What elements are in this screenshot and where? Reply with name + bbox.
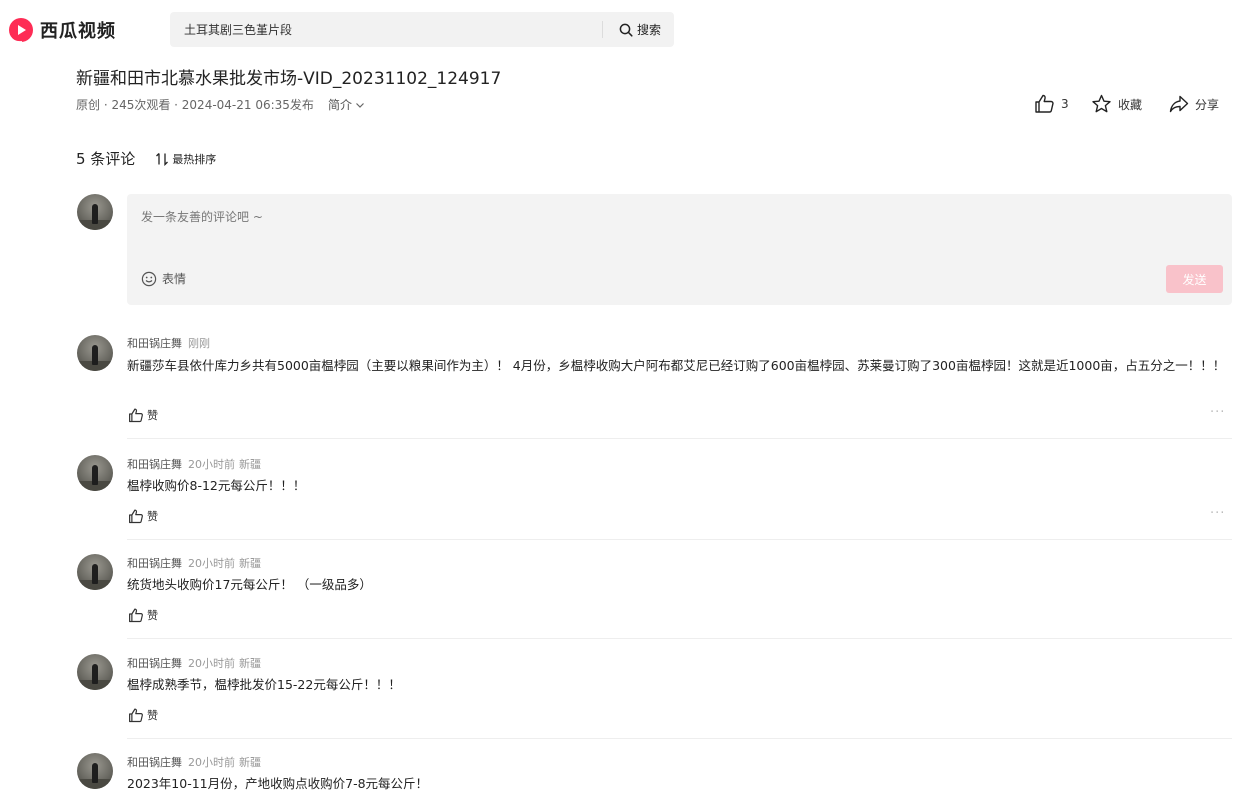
emoji-icon — [141, 271, 157, 286]
thumbs-up-icon — [1035, 94, 1054, 113]
comment-username[interactable]: 和田锅庄舞 — [127, 756, 182, 769]
comment-time: 20小时前 — [188, 756, 235, 769]
comments-header: 5 条评论 最热排序 — [76, 148, 216, 169]
chevron-down-icon — [356, 102, 364, 108]
share-icon — [1169, 95, 1189, 113]
comment-count: 5 条评论 — [76, 150, 136, 168]
comment-location: 新疆 — [239, 557, 261, 570]
comment-like-label: 赞 — [147, 510, 158, 523]
comment-like-button[interactable]: 赞 — [128, 707, 158, 723]
share-label: 分享 — [1195, 97, 1220, 112]
comment-user-line: 和田锅庄舞 20小时前 新疆 — [127, 456, 261, 472]
xigua-logo-icon — [9, 18, 33, 43]
search-button[interactable]: 搜索 — [610, 12, 670, 47]
comment-time: 20小时前 — [188, 557, 235, 570]
comment-text: 榅桲收购价8-12元每公斤！！！ — [127, 478, 306, 493]
search-bar: 搜索 — [170, 12, 674, 47]
search-icon — [619, 23, 633, 37]
comment-divider — [127, 438, 1232, 439]
comment-text: 榅桲成熟季节，榅桲批发价15-22元每公斤！！！ — [127, 677, 401, 692]
thumbs-up-icon — [129, 608, 143, 622]
comment-avatar[interactable] — [77, 554, 113, 590]
comment-avatar[interactable] — [77, 753, 113, 789]
comment-location: 新疆 — [239, 657, 261, 670]
comment-username[interactable]: 和田锅庄舞 — [127, 337, 182, 350]
send-comment-button[interactable]: 发送 — [1166, 265, 1223, 293]
comment-like-button[interactable]: 赞 — [128, 508, 158, 524]
video-title: 新疆和田市北慕水果批发市场-VID_20231102_124917 — [76, 69, 502, 89]
sort-label: 最热排序 — [172, 152, 217, 166]
comment-user-line: 和田锅庄舞 20小时前 新疆 — [127, 754, 261, 770]
share-button[interactable]: 分享 — [1169, 92, 1219, 116]
video-meta-text: 原创 · 245次观看 · 2024-04-21 06:35发布 — [76, 98, 314, 112]
comment-like-button[interactable]: 赞 — [128, 407, 158, 423]
comment-like-label: 赞 — [147, 409, 158, 422]
comment-text: 2023年10-11月份，产地收购点收购价7-8元每公斤！ — [127, 776, 429, 791]
comment-like-label: 赞 — [147, 609, 158, 622]
video-meta: 原创 · 245次观看 · 2024-04-21 06:35发布 简介 — [76, 96, 365, 113]
comment-username[interactable]: 和田锅庄舞 — [127, 657, 182, 670]
comment-user-line: 和田锅庄舞 20小时前 新疆 — [127, 555, 261, 571]
comment-user-line: 和田锅庄舞 刚刚 — [127, 335, 210, 351]
emoji-label: 表情 — [162, 272, 187, 286]
sort-toggle[interactable]: 最热排序 — [155, 151, 216, 167]
favorite-button[interactable]: 收藏 — [1091, 92, 1142, 116]
brand-logo[interactable]: 西瓜视频 — [8, 16, 116, 44]
comment-like-button[interactable]: 赞 — [128, 607, 158, 623]
emoji-button[interactable]: 表情 — [141, 270, 186, 287]
comment-divider — [127, 638, 1232, 639]
comment-username[interactable]: 和田锅庄舞 — [127, 458, 182, 471]
comment-avatar[interactable] — [77, 455, 113, 491]
current-user-avatar[interactable] — [77, 194, 113, 230]
thumbs-up-icon — [129, 408, 143, 422]
comment-more-icon[interactable]: ··· — [1210, 405, 1225, 420]
search-input[interactable] — [170, 12, 602, 47]
comment-username[interactable]: 和田锅庄舞 — [127, 557, 182, 570]
thumbs-up-icon — [129, 708, 143, 722]
favorite-label: 收藏 — [1118, 97, 1143, 112]
comment-text: 统货地头收购价17元每公斤！ （一级品多） — [127, 577, 372, 592]
comment-avatar[interactable] — [77, 654, 113, 690]
description-toggle[interactable]: 简介 — [328, 96, 365, 113]
thumbs-up-icon — [129, 509, 143, 523]
top-header: 西瓜视频 搜索 — [0, 0, 1247, 60]
comment-location: 新疆 — [239, 458, 261, 471]
comment-time: 20小时前 — [188, 458, 235, 471]
comment-divider — [127, 539, 1232, 540]
like-video-button[interactable]: 3 — [1034, 92, 1069, 116]
comment-time: 20小时前 — [188, 657, 235, 670]
comment-user-line: 和田锅庄舞 20小时前 新疆 — [127, 655, 261, 671]
brand-name: 西瓜视频 — [40, 21, 116, 42]
comment-time: 刚刚 — [188, 337, 210, 350]
comment-avatar[interactable] — [77, 335, 113, 371]
comment-input[interactable] — [127, 194, 1232, 254]
comment-divider — [127, 738, 1232, 739]
comment-like-label: 赞 — [147, 709, 158, 722]
comment-compose-box: 表情 发送 — [127, 194, 1232, 305]
comment-location: 新疆 — [239, 756, 261, 769]
comment-more-icon[interactable]: ··· — [1210, 506, 1225, 521]
comment-text: 新疆莎车县依什库力乡共有5000亩榅桲园（主要以粮果间作为主）！ 4月份，乡榅桲… — [127, 358, 1226, 373]
search-divider — [602, 21, 603, 38]
description-label: 简介 — [327, 98, 352, 112]
like-count: 3 — [1061, 97, 1069, 111]
star-icon — [1092, 94, 1111, 113]
sort-icon — [156, 152, 169, 166]
search-button-label: 搜索 — [636, 23, 661, 37]
